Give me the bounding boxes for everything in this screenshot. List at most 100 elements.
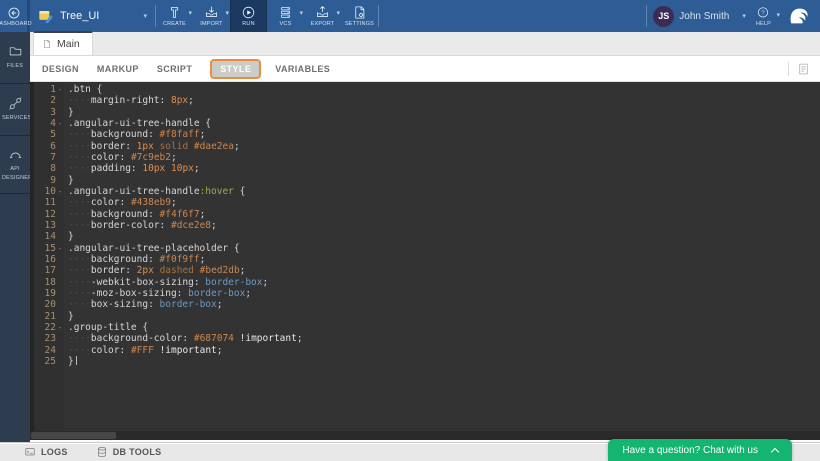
line-number[interactable]: 8 [34,163,64,174]
document-gear-icon [352,5,367,20]
page-icon [42,38,52,50]
link-nodes-icon [8,96,23,111]
left-sidebar: FILES SERVICES API DESIGNER [0,32,30,442]
tab-script[interactable]: SCRIPT [157,64,192,74]
code-line[interactable]: ····border: 2px dashed #bed2db; [68,265,820,276]
line-number[interactable]: 24 [34,345,64,356]
line-number[interactable]: 3 [34,107,64,118]
line-number[interactable]: 20 [34,299,64,310]
line-number[interactable]: 18 [34,277,64,288]
code-line[interactable]: ····color: #7c9eb2; [68,152,820,163]
line-number[interactable]: 22- [34,322,64,333]
code-line[interactable]: } [68,356,820,367]
line-number[interactable]: 2 [34,95,64,106]
folder-icon [8,44,23,59]
line-number[interactable]: 5 [34,129,64,140]
line-number[interactable]: 14 [34,231,64,242]
line-number[interactable]: 9 [34,175,64,186]
help-button[interactable]: ? HELP ▾ [752,0,775,32]
create-button[interactable]: CREATE ▾ [156,0,193,32]
code-line[interactable]: } [68,311,820,322]
tab-design[interactable]: DESIGN [42,64,79,74]
line-number[interactable]: 21 [34,311,64,322]
project-selector[interactable]: Tree_UI ▾ [30,0,155,32]
line-number[interactable]: 1- [34,84,64,95]
export-label: EXPORT [311,21,335,27]
sidebar-item-files[interactable]: FILES [0,32,30,84]
dashboard-button[interactable]: DASHBOARD [0,0,30,32]
vcs-button[interactable]: VCS ▾ [267,0,304,32]
chevron-down-icon: ▾ [299,9,303,17]
back-arrow-circle-icon [7,6,21,20]
line-number[interactable]: 7 [34,152,64,163]
tab-markup[interactable]: MARKUP [97,64,139,74]
vcs-label: VCS [280,21,292,27]
code-line[interactable]: } [68,175,820,186]
code-line[interactable]: .group-title { [68,322,820,333]
code-line[interactable]: ····color: #438eb9; [68,197,820,208]
line-number[interactable]: 19 [34,288,64,299]
settings-button[interactable]: SETTINGS [341,0,378,32]
code-line[interactable]: ····color: #FFF !important; [68,345,820,356]
toolbar: CREATE ▾ IMPORT ▾ RUN VCS ▾ EXPORT ▾ SET… [156,0,378,32]
export-button[interactable]: EXPORT ▾ [304,0,341,32]
line-number[interactable]: 10- [34,186,64,197]
line-number[interactable]: 11 [34,197,64,208]
code-line[interactable]: ····-webkit-box-sizing: border-box; [68,277,820,288]
line-number[interactable]: 17 [34,265,64,276]
chevron-down-icon: ▾ [188,9,192,17]
code-line[interactable]: } [68,231,820,242]
code-line[interactable]: .angular-ui-tree-handle:hover { [68,186,820,197]
user-menu[interactable]: JS John Smith ▾ [647,0,752,32]
code-line[interactable]: .angular-ui-tree-handle { [68,118,820,129]
code-line[interactable]: ····-moz-box-sizing: border-box; [68,288,820,299]
code-line[interactable]: ····background-color: #687074 !important… [68,333,820,344]
chat-widget-button[interactable]: Have a question? Chat with us [608,439,792,461]
tab-main[interactable]: Main [33,31,93,55]
code-editor[interactable]: 1-234-5678910-1112131415-16171819202122-… [30,82,820,442]
code-line[interactable]: ····padding: 10px 10px; [68,163,820,174]
code-line[interactable]: ····border-color: #dce2e8; [68,220,820,231]
svg-text:?: ? [762,10,766,16]
dashboard-label: DASHBOARD [0,21,32,27]
file-notes-icon[interactable] [797,62,810,76]
line-number[interactable]: 25 [34,356,64,367]
line-number[interactable]: 16 [34,254,64,265]
code-line[interactable]: ····background: #f8faff; [68,129,820,140]
run-button[interactable]: RUN [230,0,267,32]
sidebar-item-services[interactable]: SERVICES [0,84,30,136]
line-number[interactable]: 15- [34,243,64,254]
scrollbar-thumb[interactable] [31,432,116,439]
db-tools-label: DB TOOLS [113,447,162,457]
create-label: CREATE [163,21,186,27]
tab-label: Main [57,38,80,50]
editor-mode-bar: DESIGN MARKUP SCRIPT STYLE VARIABLES [30,56,820,82]
tab-style[interactable]: STYLE [210,59,261,79]
chat-label: Have a question? Chat with us [622,445,758,456]
line-number[interactable]: 23 [34,333,64,344]
main-area: Main DESIGN MARKUP SCRIPT STYLE VARIABLE… [30,32,820,442]
avatar: JS [653,6,674,27]
logs-button[interactable]: LOGS [24,446,68,458]
code-line[interactable]: ····background: #f4f6f7; [68,209,820,220]
code-line[interactable]: ····box-sizing: border-box; [68,299,820,310]
line-number[interactable]: 4- [34,118,64,129]
line-number[interactable]: 13 [34,220,64,231]
code-lines: .btn {····margin-right: 8px;}.angular-ui… [64,82,820,440]
code-line[interactable]: } [68,107,820,118]
code-line[interactable]: .angular-ui-tree-placeholder { [68,243,820,254]
code-line[interactable]: ····background: #f0f9ff; [68,254,820,265]
help-label: HELP [756,21,771,27]
import-button[interactable]: IMPORT ▾ [193,0,230,32]
code-line[interactable]: .btn { [68,84,820,95]
chevron-down-icon: ▾ [225,9,229,17]
code-line[interactable]: ····margin-right: 8px; [68,95,820,106]
code-line[interactable]: ····border: 1px solid #dae2ea; [68,141,820,152]
tab-variables[interactable]: VARIABLES [275,64,330,74]
line-number[interactable]: 12 [34,209,64,220]
sidebar-item-api-designer[interactable]: API DESIGNER [0,136,30,194]
db-tools-button[interactable]: DB TOOLS [96,446,162,458]
terminal-icon [24,446,36,458]
line-number[interactable]: 6 [34,141,64,152]
sidebar-item-label: API DESIGNER [2,165,28,182]
